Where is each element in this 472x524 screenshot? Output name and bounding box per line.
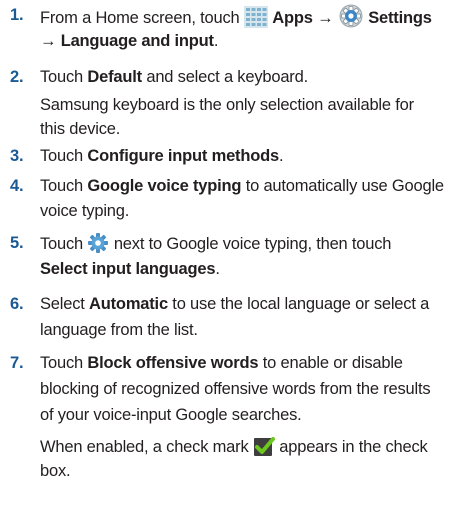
- step-number: 5.: [10, 234, 24, 252]
- step-note-cont: box.: [40, 462, 71, 480]
- apps-grid-icon: [243, 6, 268, 34]
- step-text-cont: blocking of recognized offensive words f…: [40, 380, 431, 398]
- step-text-cont: → Language and input.: [40, 32, 219, 50]
- step-text: Select Automatic to use the local langua…: [40, 295, 430, 313]
- settings-gear-icon: [338, 4, 364, 34]
- step-text: Touch next to Google voice typing, then …: [40, 232, 391, 260]
- instruction-document: 1. From a Home screen, touch Apps → Sett…: [0, 0, 472, 524]
- step-text: Touch Google voice typing to automatical…: [40, 177, 444, 195]
- step-number: 6.: [10, 295, 24, 313]
- step-text-cont: voice typing.: [40, 202, 130, 220]
- step-text: Touch Default and select a keyboard.: [40, 68, 308, 86]
- step-text-cont: language from the list.: [40, 321, 198, 339]
- step-note: Samsung keyboard is the only selection a…: [40, 96, 414, 114]
- step-text-cont: of your voice-input Google searches.: [40, 406, 302, 424]
- checkbox-checked-icon: [253, 435, 275, 463]
- step-note: When enabled, a check mark appears in th…: [40, 435, 428, 463]
- step-number: 3.: [10, 147, 24, 165]
- step-number: 2.: [10, 68, 24, 86]
- gear-icon: [87, 232, 109, 260]
- step-number: 7.: [10, 354, 24, 372]
- step-text: Touch Configure input methods.: [40, 147, 284, 165]
- step-number: 4.: [10, 177, 24, 195]
- step-text-cont: Select input languages.: [40, 260, 220, 278]
- step-number: 1.: [10, 6, 24, 24]
- step-note-cont: this device.: [40, 120, 121, 138]
- step-text: Touch Block offensive words to enable or…: [40, 354, 403, 372]
